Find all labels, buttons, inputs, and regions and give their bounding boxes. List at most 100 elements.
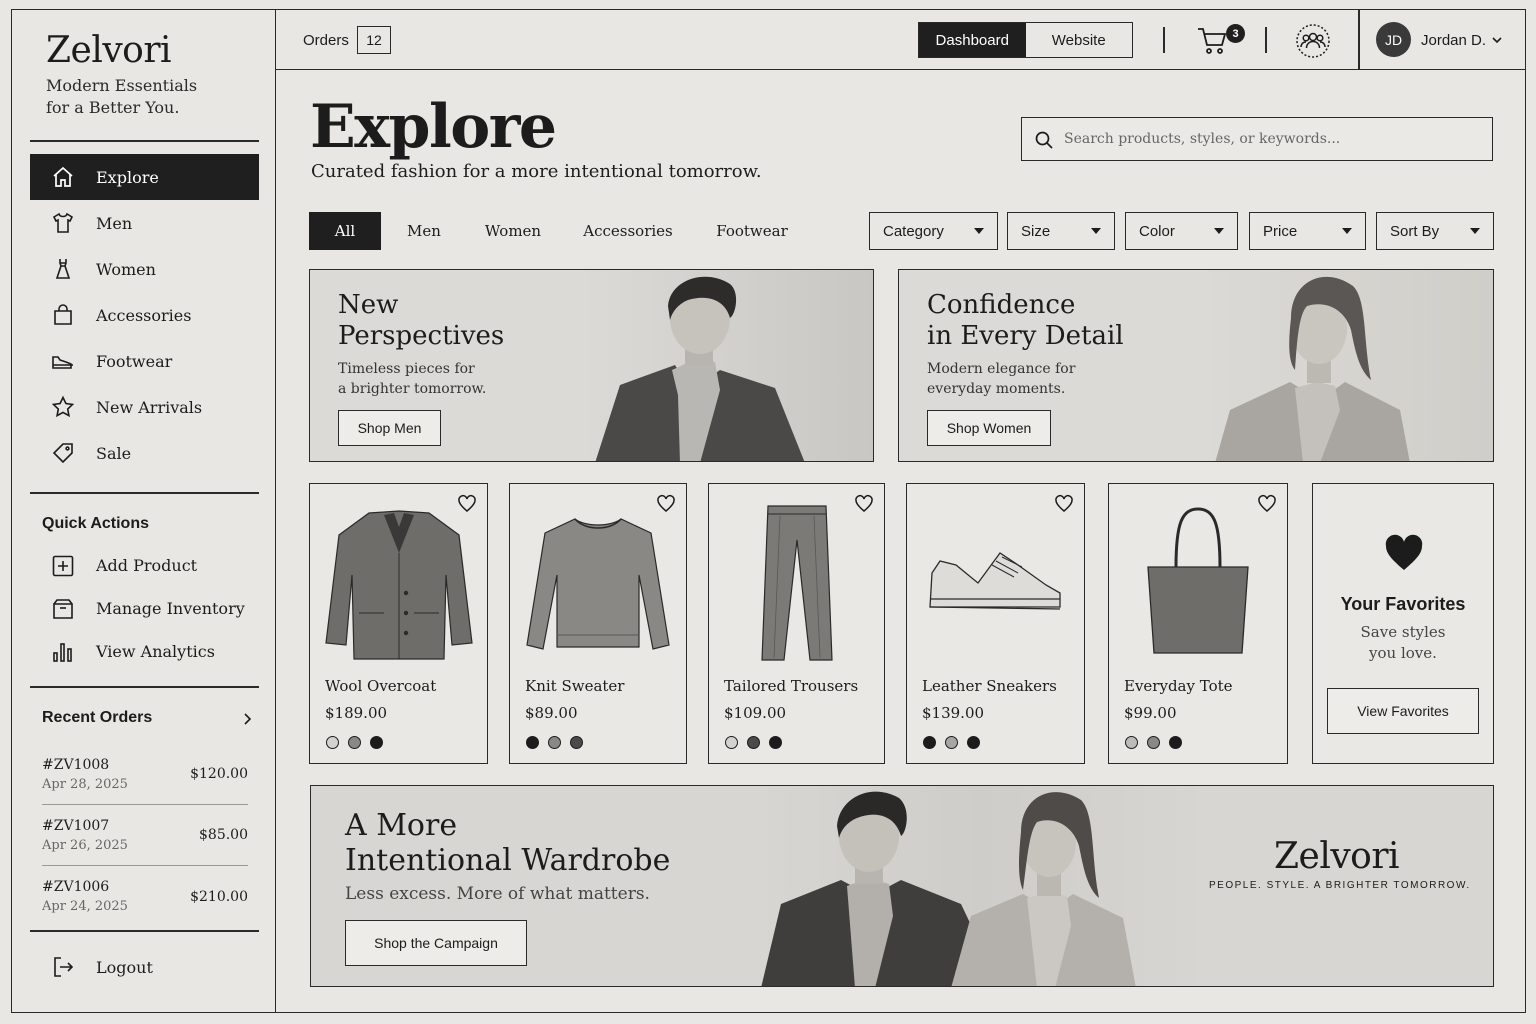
divider	[30, 686, 259, 688]
page-subtitle: Curated fashion for a more intentional t…	[311, 161, 762, 182]
heart-icon[interactable]	[457, 494, 477, 514]
shop-men-button[interactable]: Shop Men	[338, 410, 441, 446]
color-swatch[interactable]	[348, 736, 361, 749]
tab-footwear[interactable]: Footwear	[697, 212, 807, 250]
color-swatch[interactable]	[1147, 736, 1160, 749]
user-name[interactable]: Jordan D.	[1421, 32, 1486, 49]
product-name: Knit Sweater	[525, 677, 625, 695]
manage-inventory-button[interactable]: Manage Inventory	[30, 587, 259, 630]
product-image	[1119, 498, 1277, 668]
color-swatch[interactable]	[570, 736, 583, 749]
order-row[interactable]: #ZV1007 Apr 26, 2025 $85.00	[42, 805, 248, 866]
chevron-right-icon[interactable]	[240, 712, 254, 731]
product-card[interactable]: Knit Sweater $89.00	[509, 483, 687, 764]
add-product-button[interactable]: Add Product	[30, 544, 259, 587]
sidebar-item-sale[interactable]: Sale	[30, 430, 259, 476]
sort-filter[interactable]: Sort By	[1376, 212, 1494, 250]
order-amount: $210.00	[190, 888, 248, 905]
banner-title-line2: Perspectives	[338, 321, 505, 351]
sidebar-item-label: Explore	[96, 167, 159, 187]
sidebar-item-women[interactable]: Women	[30, 246, 259, 292]
color-swatches	[923, 736, 980, 749]
product-price: $89.00	[525, 704, 578, 722]
product-card[interactable]: Wool Overcoat $189.00	[309, 483, 488, 764]
banner-title-line1: New	[338, 290, 399, 320]
product-card[interactable]: Leather Sneakers $139.00	[906, 483, 1085, 764]
product-price: $189.00	[325, 704, 388, 722]
product-card[interactable]: Everyday Tote $99.00	[1108, 483, 1288, 764]
color-swatch[interactable]	[370, 736, 383, 749]
cart-icon[interactable]	[1196, 24, 1230, 58]
campaign-title-line2: Intentional Wardrobe	[345, 843, 671, 878]
heart-icon[interactable]	[1054, 494, 1074, 514]
sweater-image	[526, 518, 670, 650]
sidebar-nav: Explore Men Women Accessories Footwear N…	[30, 154, 259, 476]
heart-icon[interactable]	[854, 494, 874, 514]
category-filter[interactable]: Category	[869, 212, 998, 250]
view-favorites-button[interactable]: View Favorites	[1327, 688, 1479, 734]
sidebar-item-men[interactable]: Men	[30, 200, 259, 246]
shirt-icon	[30, 211, 96, 235]
cart-count-badge: 3	[1226, 24, 1245, 43]
price-filter[interactable]: Price	[1249, 212, 1366, 250]
favorites-card: Your Favorites Save styles you love. Vie…	[1312, 483, 1494, 764]
brand-logo[interactable]: Zelvori	[46, 30, 197, 71]
color-swatch[interactable]	[923, 736, 936, 749]
heart-icon[interactable]	[656, 494, 676, 514]
orders-count-badge[interactable]: 12	[357, 26, 391, 54]
view-analytics-button[interactable]: View Analytics	[30, 630, 259, 673]
shop-women-button[interactable]: Shop Women	[927, 410, 1051, 446]
shop-campaign-button[interactable]: Shop the Campaign	[345, 920, 527, 966]
category-tabs: All Men Women Accessories Footwear	[309, 212, 807, 250]
campaign-subtitle: Less excess. More of what matters.	[345, 884, 650, 904]
tab-accessories[interactable]: Accessories	[559, 212, 697, 250]
dress-icon	[30, 257, 96, 281]
heart-filled-icon	[1385, 534, 1423, 570]
quick-action-label: Manage Inventory	[96, 599, 245, 618]
banner-subtitle-line1: Timeless pieces for	[338, 361, 475, 377]
product-image	[520, 498, 676, 668]
order-row[interactable]: #ZV1008 Apr 28, 2025 $120.00	[42, 744, 248, 805]
quick-action-label: Add Product	[96, 556, 198, 575]
divider	[30, 140, 259, 142]
product-card[interactable]: Tailored Trousers $109.00	[708, 483, 885, 764]
order-row[interactable]: #ZV1006 Apr 24, 2025 $210.00	[42, 866, 248, 927]
color-swatch[interactable]	[945, 736, 958, 749]
avatar[interactable]: JD	[1376, 22, 1411, 57]
search-input[interactable]	[1064, 124, 1479, 154]
chevron-down-icon[interactable]	[1491, 34, 1503, 46]
color-swatch[interactable]	[967, 736, 980, 749]
sidebar-item-new-arrivals[interactable]: New Arrivals	[30, 384, 259, 430]
sidebar-item-label: Footwear	[96, 351, 173, 371]
tab-all[interactable]: All	[309, 212, 381, 250]
color-swatch[interactable]	[1125, 736, 1138, 749]
sidebar-item-footwear[interactable]: Footwear	[30, 338, 259, 384]
size-filter[interactable]: Size	[1007, 212, 1115, 250]
color-swatches	[725, 736, 782, 749]
color-swatch[interactable]	[526, 736, 539, 749]
tab-men[interactable]: Men	[381, 212, 467, 250]
search-icon	[1035, 131, 1053, 149]
tab-women[interactable]: Women	[467, 212, 559, 250]
brand-tagline-line2: for a Better You.	[46, 98, 180, 117]
sidebar-item-explore[interactable]: Explore	[30, 154, 259, 200]
order-id: #ZV1006	[42, 879, 110, 895]
color-swatch[interactable]	[1169, 736, 1182, 749]
logout-button[interactable]: Logout	[30, 945, 259, 989]
color-filter[interactable]: Color	[1125, 212, 1238, 250]
dashboard-toggle[interactable]: Dashboard	[919, 23, 1026, 57]
color-swatch[interactable]	[548, 736, 561, 749]
color-swatch[interactable]	[747, 736, 760, 749]
product-name: Wool Overcoat	[325, 677, 437, 695]
filter-label: Price	[1263, 222, 1298, 240]
divider	[1163, 27, 1165, 53]
recent-orders-title[interactable]: Recent Orders	[42, 709, 152, 727]
team-icon[interactable]	[1295, 23, 1331, 59]
heart-icon[interactable]	[1257, 494, 1277, 514]
home-icon	[30, 165, 96, 189]
color-swatch[interactable]	[725, 736, 738, 749]
sidebar-item-accessories[interactable]: Accessories	[30, 292, 259, 338]
color-swatch[interactable]	[769, 736, 782, 749]
color-swatch[interactable]	[326, 736, 339, 749]
website-toggle[interactable]: Website	[1026, 23, 1133, 57]
